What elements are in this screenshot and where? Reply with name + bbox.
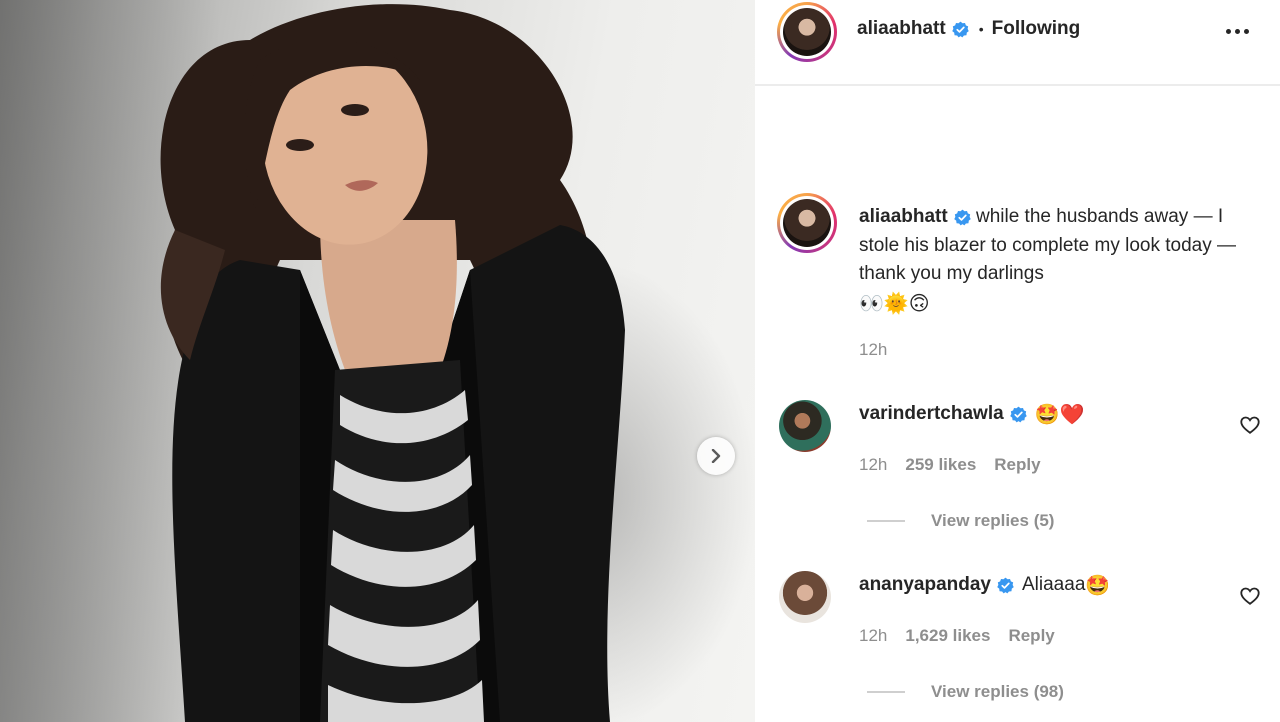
caption-emojis: 👀🌞🙃 [859, 290, 930, 315]
avatar-image [783, 8, 831, 56]
comment-meta: 12h 1,629 likes Reply [859, 626, 1055, 646]
comment-emojis: 🤩 [1085, 573, 1111, 597]
header-separator: • [978, 21, 984, 37]
caption-author-avatar[interactable] [777, 193, 837, 253]
post-header: aliaabhatt • Following [755, 0, 1280, 86]
comment-item: ananyapanday Aliaaaa 🤩 12h 1,629 likes R… [777, 571, 1267, 701]
view-replies-line [867, 520, 905, 522]
author-username-text[interactable]: aliaabhatt [857, 18, 946, 40]
commenter-avatar[interactable] [779, 400, 831, 452]
heart-outline-icon[interactable] [1239, 414, 1261, 436]
verified-badge-icon [953, 209, 971, 226]
caption-username[interactable]: aliaabhatt [859, 203, 971, 232]
author-username[interactable]: aliaabhatt [857, 18, 969, 40]
comment-emojis: 🤩❤️ [1034, 402, 1085, 426]
heart-outline-icon[interactable] [1239, 585, 1261, 607]
comment-timestamp[interactable]: 12h [859, 455, 887, 475]
commenter-username[interactable]: varindertchawla [859, 403, 1027, 425]
header-author-row: aliaabhatt • Following [857, 17, 1080, 41]
following-button[interactable]: Following [992, 18, 1081, 40]
comment-body: ananyapanday Aliaaaa 🤩 [859, 573, 1110, 597]
view-replies-button[interactable]: View replies (98) [867, 682, 1064, 702]
reply-button[interactable]: Reply [1008, 626, 1054, 646]
comment-like-count[interactable]: 259 likes [905, 455, 976, 475]
caption-text-block: aliaabhatt while the husbands away — I s… [859, 203, 1249, 319]
view-replies-button[interactable]: View replies (5) [867, 511, 1054, 531]
view-replies-label[interactable]: View replies (98) [931, 682, 1064, 702]
view-replies-label[interactable]: View replies (5) [931, 511, 1054, 531]
verified-badge-icon [951, 21, 969, 37]
post-photo[interactable] [0, 0, 755, 722]
comment-text: Aliaaaa [1022, 574, 1086, 595]
reply-button[interactable]: Reply [994, 455, 1040, 475]
comment-like-count[interactable]: 1,629 likes [905, 626, 990, 646]
author-avatar[interactable] [777, 2, 837, 62]
comment-timestamp[interactable]: 12h [859, 626, 887, 646]
caption-timestamp[interactable]: 12h [859, 340, 887, 360]
view-replies-line [867, 691, 905, 693]
more-dot [1234, 28, 1240, 34]
avatar-border [780, 5, 834, 59]
avatar-image [783, 199, 831, 247]
next-photo-button[interactable] [697, 437, 735, 475]
verified-badge-icon [1009, 406, 1027, 422]
more-dot [1225, 28, 1231, 34]
comment-meta: 12h 259 likes Reply [859, 455, 1041, 475]
comment-item: varindertchawla 🤩❤️ 12h 259 likes Reply … [777, 400, 1267, 530]
more-dot [1243, 28, 1249, 34]
caption-username-text[interactable]: aliaabhatt [859, 203, 948, 232]
avatar-border [780, 196, 834, 250]
chevron-right-icon [711, 449, 721, 463]
verified-badge-icon [997, 577, 1014, 593]
comment-body: varindertchawla 🤩❤️ [859, 402, 1084, 426]
post-details-panel: aliaabhatt • Following aliaabhatt while … [755, 0, 1280, 722]
commenter-avatar[interactable] [779, 571, 831, 623]
commenter-username-text[interactable]: ananyapanday [859, 574, 991, 596]
commenter-username[interactable]: ananyapanday [859, 574, 1014, 596]
commenter-username-text[interactable]: varindertchawla [859, 403, 1004, 425]
photo-subject [160, 4, 625, 722]
more-options-icon[interactable] [1222, 16, 1252, 46]
